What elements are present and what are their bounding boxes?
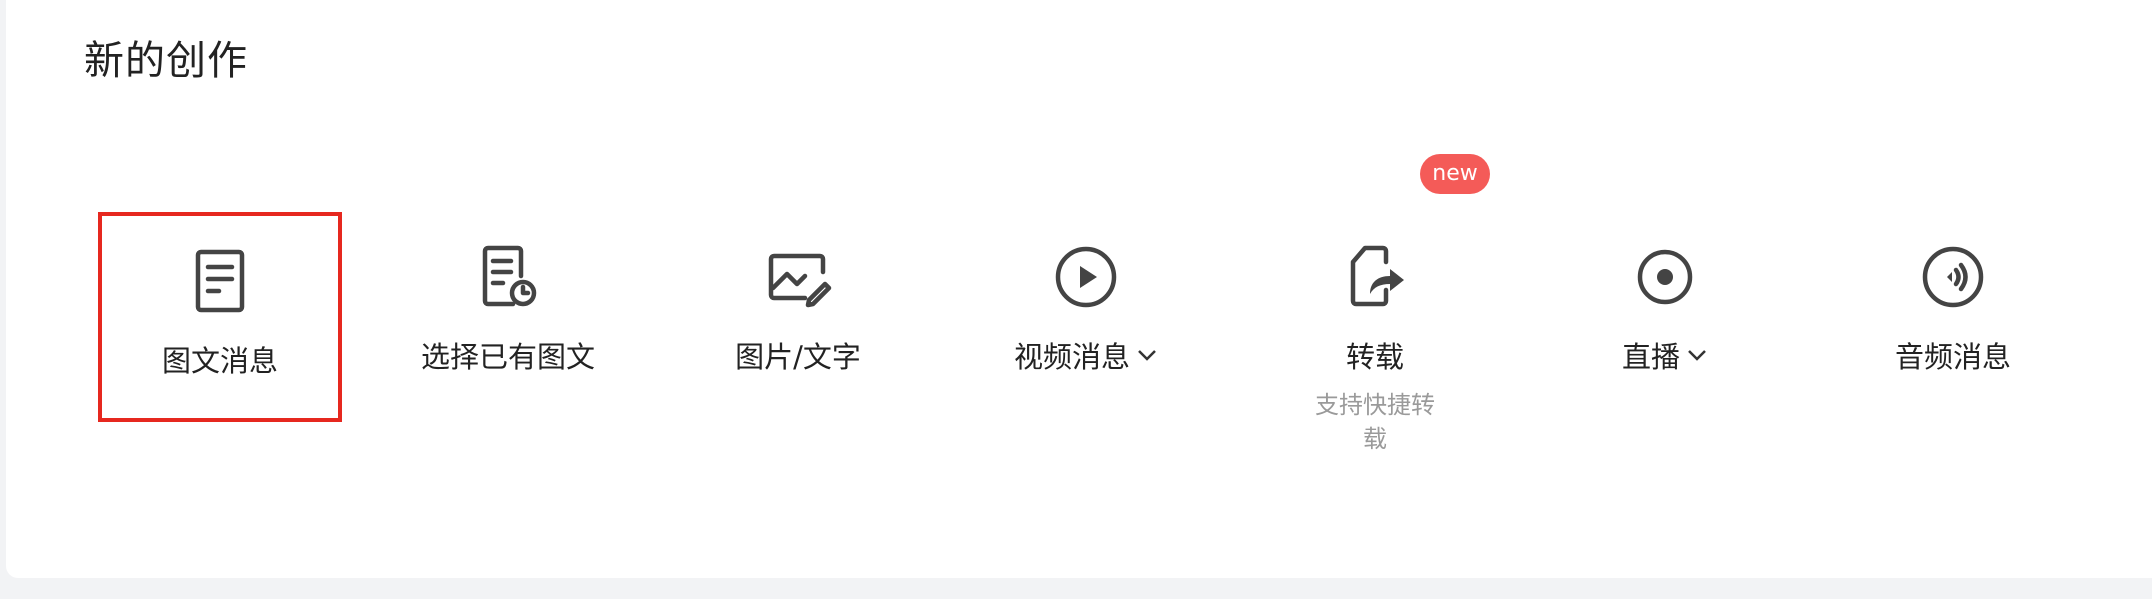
item-label: 视频消息	[1013, 340, 1130, 374]
item-label: 直播	[1621, 340, 1680, 374]
new-creation-panel: 新的创作 图文消息 选择已有图文 图片/文字 视频消息 转载 支持快捷转载 直播…	[6, 0, 2152, 578]
repost-description: 支持快捷转载	[1315, 391, 1435, 453]
article-icon	[195, 249, 245, 313]
create-article-button[interactable]: 图文消息	[98, 212, 342, 422]
item-label: 转载	[1345, 340, 1404, 374]
audio-message-button[interactable]: 音频消息	[1833, 212, 2073, 422]
item-label: 图片/文字	[735, 340, 861, 374]
item-label: 选择已有图文	[420, 340, 595, 374]
item-label: 音频消息	[1894, 340, 2011, 374]
image-text-icon	[768, 253, 832, 308]
repost-button[interactable]: 转载 支持快捷转载	[1255, 212, 1495, 453]
audio-icon	[1922, 246, 1984, 308]
video-message-button[interactable]: 视频消息	[966, 212, 1206, 422]
chevron-down-icon[interactable]	[1136, 344, 1158, 366]
new-badge: new	[1420, 154, 1490, 194]
live-button[interactable]: 直播	[1545, 212, 1785, 422]
repost-icon	[1350, 245, 1404, 307]
play-icon	[1055, 246, 1117, 308]
item-label: 图文消息	[161, 344, 278, 378]
chevron-down-icon[interactable]	[1686, 344, 1708, 366]
image-text-button[interactable]: 图片/文字	[678, 212, 918, 422]
live-icon	[1637, 249, 1693, 305]
select-existing-article-button[interactable]: 选择已有图文	[388, 212, 628, 422]
section-title: 新的创作	[84, 38, 248, 84]
article-history-icon	[482, 245, 537, 307]
